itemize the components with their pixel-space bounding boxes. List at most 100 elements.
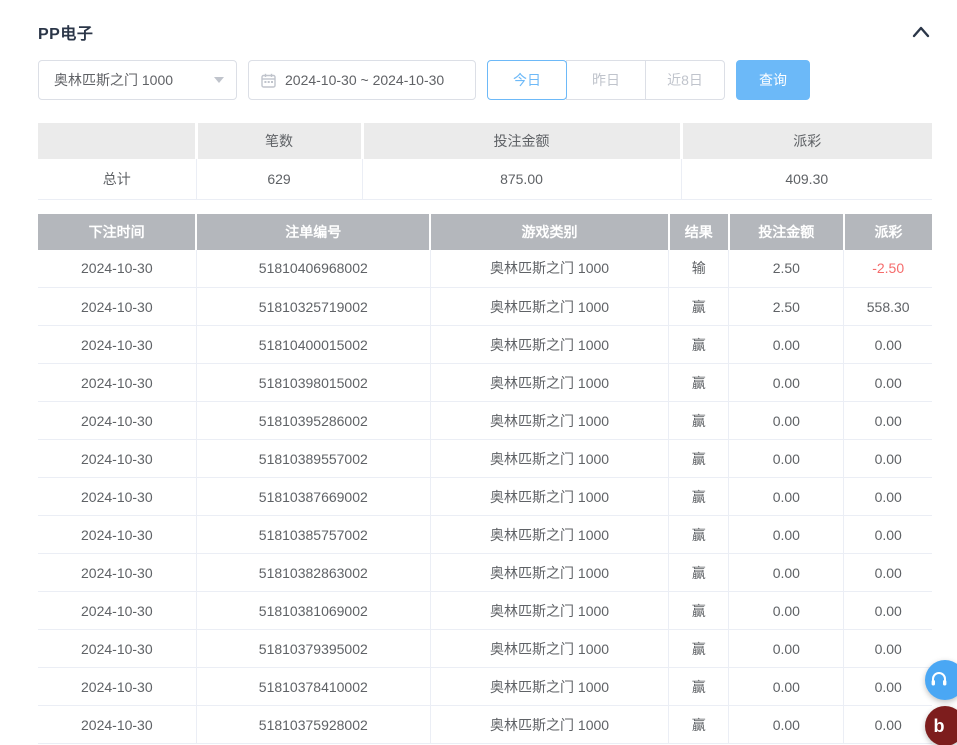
cell-order-number: 51810379395002 xyxy=(196,630,430,668)
detail-header-game-category: 游戏类别 xyxy=(430,214,668,250)
cell-result: 赢 xyxy=(669,554,729,592)
page-title: PP电子 xyxy=(38,20,93,44)
cell-bet-time: 2024-10-30 xyxy=(38,554,196,592)
total-bet-amount: 875.00 xyxy=(362,159,681,199)
table-row: 2024-10-30 51810378410002 奥林匹斯之门 1000 赢 … xyxy=(38,668,932,706)
cell-bet-amount: 2.50 xyxy=(729,250,844,288)
cell-bet-amount: 0.00 xyxy=(729,592,844,630)
cell-bet-amount: 0.00 xyxy=(729,554,844,592)
cell-game-category: 奥林匹斯之门 1000 xyxy=(430,326,668,364)
table-row: 2024-10-30 51810379395002 奥林匹斯之门 1000 赢 … xyxy=(38,630,932,668)
cell-payout: 0.00 xyxy=(844,592,932,630)
cell-order-number: 51810395286002 xyxy=(196,402,430,440)
summary-header-empty xyxy=(38,123,196,159)
cell-payout: 0.00 xyxy=(844,364,932,402)
cell-result: 赢 xyxy=(669,630,729,668)
summary-header-count: 笔数 xyxy=(196,123,362,159)
cell-bet-time: 2024-10-30 xyxy=(38,516,196,554)
cell-result: 赢 xyxy=(669,326,729,364)
cell-payout: -2.50 xyxy=(844,250,932,288)
date-range-picker[interactable]: 2024-10-30 ~ 2024-10-30 xyxy=(248,60,476,100)
detail-table: 下注时间 注单编号 游戏类别 结果 投注金额 派彩 2024-10-30 518… xyxy=(38,214,932,745)
cell-bet-amount: 2.50 xyxy=(729,288,844,326)
cell-result: 赢 xyxy=(669,668,729,706)
game-select-value: 奥林匹斯之门 1000 xyxy=(54,70,173,90)
cell-bet-amount: 0.00 xyxy=(729,440,844,478)
table-row: 2024-10-30 51810385757002 奥林匹斯之门 1000 赢 … xyxy=(38,516,932,554)
detail-header-row: 下注时间 注单编号 游戏类别 结果 投注金额 派彩 xyxy=(38,214,932,250)
table-row: 2024-10-30 51810381069002 奥林匹斯之门 1000 赢 … xyxy=(38,592,932,630)
summary-header-bet-amount: 投注金额 xyxy=(362,123,681,159)
table-row: 2024-10-30 51810375928002 奥林匹斯之门 1000 赢 … xyxy=(38,706,932,744)
cell-result: 赢 xyxy=(669,440,729,478)
cell-bet-amount: 0.00 xyxy=(729,630,844,668)
cell-bet-amount: 0.00 xyxy=(729,402,844,440)
table-row: 2024-10-30 51810389557002 奥林匹斯之门 1000 赢 … xyxy=(38,440,932,478)
cell-payout: 0.00 xyxy=(844,440,932,478)
cell-game-category: 奥林匹斯之门 1000 xyxy=(430,440,668,478)
cell-payout: 0.00 xyxy=(844,402,932,440)
cell-payout: 558.30 xyxy=(844,288,932,326)
table-row: 2024-10-30 51810400015002 奥林匹斯之门 1000 赢 … xyxy=(38,326,932,364)
filter-bar: 奥林匹斯之门 1000 2024-10-30 ~ 2024-10-30 今日 昨… xyxy=(38,60,932,100)
headset-icon xyxy=(929,670,949,690)
table-row: 2024-10-30 51810382863002 奥林匹斯之门 1000 赢 … xyxy=(38,554,932,592)
cell-game-category: 奥林匹斯之门 1000 xyxy=(430,478,668,516)
cell-payout: 0.00 xyxy=(844,516,932,554)
summary-total-row: 总计 629 875.00 409.30 xyxy=(38,159,932,199)
collapse-panel-button[interactable] xyxy=(910,21,932,43)
detail-header-bet-amount: 投注金额 xyxy=(729,214,844,250)
cell-result: 输 xyxy=(669,250,729,288)
search-button[interactable]: 查询 xyxy=(736,60,810,100)
quick-date-button-group: 今日 昨日 近8日 xyxy=(487,60,725,100)
cell-bet-amount: 0.00 xyxy=(729,326,844,364)
cell-order-number: 51810385757002 xyxy=(196,516,430,554)
cell-order-number: 51810381069002 xyxy=(196,592,430,630)
cell-game-category: 奥林匹斯之门 1000 xyxy=(430,288,668,326)
yesterday-button[interactable]: 昨日 xyxy=(566,60,646,100)
cell-order-number: 51810387669002 xyxy=(196,478,430,516)
cell-bet-time: 2024-10-30 xyxy=(38,592,196,630)
cell-order-number: 51810406968002 xyxy=(196,250,430,288)
brand-logo-letter: b xyxy=(934,716,945,737)
cell-order-number: 51810325719002 xyxy=(196,288,430,326)
last-8-days-button[interactable]: 近8日 xyxy=(645,60,725,100)
total-label: 总计 xyxy=(38,159,196,199)
chevron-down-icon xyxy=(214,77,224,83)
cell-order-number: 51810400015002 xyxy=(196,326,430,364)
cell-bet-time: 2024-10-30 xyxy=(38,402,196,440)
summary-header-payout: 派彩 xyxy=(681,123,932,159)
cell-game-category: 奥林匹斯之门 1000 xyxy=(430,554,668,592)
cell-bet-amount: 0.00 xyxy=(729,364,844,402)
total-payout: 409.30 xyxy=(681,159,932,199)
cell-payout: 0.00 xyxy=(844,326,932,364)
cell-game-category: 奥林匹斯之门 1000 xyxy=(430,364,668,402)
today-button[interactable]: 今日 xyxy=(487,60,567,100)
cell-bet-amount: 0.00 xyxy=(729,668,844,706)
game-select[interactable]: 奥林匹斯之门 1000 xyxy=(38,60,237,100)
cell-payout: 0.00 xyxy=(844,478,932,516)
cell-result: 赢 xyxy=(669,288,729,326)
chevron-up-icon xyxy=(912,26,930,38)
cell-payout: 0.00 xyxy=(844,630,932,668)
table-row: 2024-10-30 51810395286002 奥林匹斯之门 1000 赢 … xyxy=(38,402,932,440)
cell-bet-time: 2024-10-30 xyxy=(38,364,196,402)
cell-game-category: 奥林匹斯之门 1000 xyxy=(430,668,668,706)
cell-payout: 0.00 xyxy=(844,554,932,592)
customer-service-button[interactable] xyxy=(925,660,957,700)
table-row: 2024-10-30 51810387669002 奥林匹斯之门 1000 赢 … xyxy=(38,478,932,516)
betting-records-panel: PP电子 奥林匹斯之门 1000 2024-10-30 ~ 2024-10-30 xyxy=(0,0,957,744)
cell-bet-time: 2024-10-30 xyxy=(38,668,196,706)
cell-bet-time: 2024-10-30 xyxy=(38,440,196,478)
cell-order-number: 51810375928002 xyxy=(196,706,430,744)
cell-bet-amount: 0.00 xyxy=(729,478,844,516)
brand-logo-button[interactable]: b xyxy=(925,706,957,745)
cell-result: 赢 xyxy=(669,706,729,744)
total-count: 629 xyxy=(196,159,362,199)
cell-bet-time: 2024-10-30 xyxy=(38,706,196,744)
detail-header-bet-time: 下注时间 xyxy=(38,214,196,250)
cell-bet-time: 2024-10-30 xyxy=(38,326,196,364)
table-row: 2024-10-30 51810398015002 奥林匹斯之门 1000 赢 … xyxy=(38,364,932,402)
detail-header-result: 结果 xyxy=(669,214,729,250)
date-range-value: 2024-10-30 ~ 2024-10-30 xyxy=(285,72,444,88)
